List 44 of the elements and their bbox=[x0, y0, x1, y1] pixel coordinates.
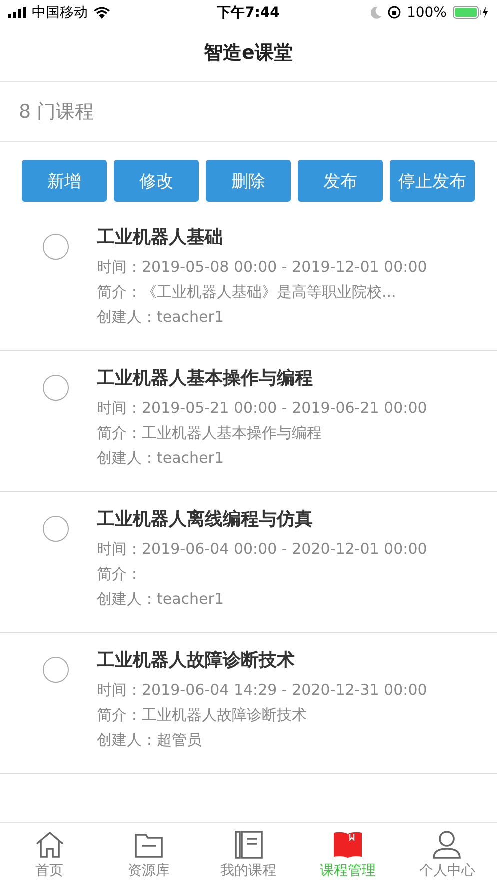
course-time: 时间：2019-06-04 00:00 - 2020-12-01 00:00 bbox=[97, 539, 428, 560]
clock-time: 下午7:44 bbox=[217, 4, 280, 22]
tab-item[interactable]: 首页 bbox=[0, 823, 100, 883]
radio-button[interactable] bbox=[43, 657, 69, 683]
course-title: 工业机器人基本操作与编程 bbox=[97, 367, 314, 391]
carrier-name: 中国移动 bbox=[32, 4, 88, 22]
tab-item[interactable]: 资源库 bbox=[99, 823, 199, 883]
rotation-lock-icon bbox=[388, 6, 401, 19]
home-icon bbox=[34, 830, 65, 860]
course-intro: 简介：工业机器人故障诊断技术 bbox=[97, 705, 308, 726]
course-creator: 创建人：teacher1 bbox=[97, 307, 225, 328]
course-creator: 创建人：teacher1 bbox=[97, 589, 225, 610]
action-button[interactable]: 新增 bbox=[22, 160, 107, 202]
course-count: 8 门课程 bbox=[19, 100, 94, 124]
radio-button[interactable] bbox=[43, 516, 69, 542]
course-intro: 简介： bbox=[97, 564, 143, 585]
course-time: 时间：2019-06-04 14:29 - 2020-12-31 00:00 bbox=[97, 680, 428, 701]
tab-item[interactable]: 我的课程 bbox=[198, 823, 298, 883]
course-title: 工业机器人离线编程与仿真 bbox=[97, 508, 314, 532]
course-title: 工业机器人故障诊断技术 bbox=[97, 649, 296, 673]
tab-item[interactable]: 个人中心 bbox=[398, 823, 497, 883]
action-button[interactable]: 停止发布 bbox=[390, 160, 475, 202]
course-title: 工业机器人基础 bbox=[97, 226, 224, 250]
battery-percent: 100% bbox=[406, 4, 447, 20]
person-icon bbox=[432, 830, 462, 860]
radio-button[interactable] bbox=[43, 375, 69, 401]
signal-icon bbox=[8, 7, 26, 18]
course-time: 时间：2019-05-08 00:00 - 2019-12-01 00:00 bbox=[97, 257, 428, 278]
action-button[interactable]: 发布 bbox=[298, 160, 383, 202]
course-intro: 简介：《工业机器人基础》是高等职业院校... bbox=[97, 282, 398, 303]
radio-button[interactable] bbox=[43, 234, 69, 260]
app-title: 智造e课堂 bbox=[204, 41, 293, 66]
battery-icon bbox=[452, 6, 489, 19]
moon-icon bbox=[370, 6, 382, 18]
course-time: 时间：2019-05-21 00:00 - 2019-06-21 00:00 bbox=[97, 398, 428, 419]
wifi-icon bbox=[94, 6, 110, 18]
action-button[interactable]: 修改 bbox=[114, 160, 199, 202]
tab-item[interactable]: 课程管理 bbox=[298, 823, 398, 883]
action-button[interactable]: 删除 bbox=[206, 160, 291, 202]
course-creator: 创建人：超管员 bbox=[97, 730, 203, 751]
course-creator: 创建人：teacher1 bbox=[97, 448, 225, 469]
course-intro: 简介：工业机器人基本操作与编程 bbox=[97, 423, 323, 444]
notebook-icon bbox=[234, 830, 264, 860]
book-icon bbox=[332, 830, 363, 860]
